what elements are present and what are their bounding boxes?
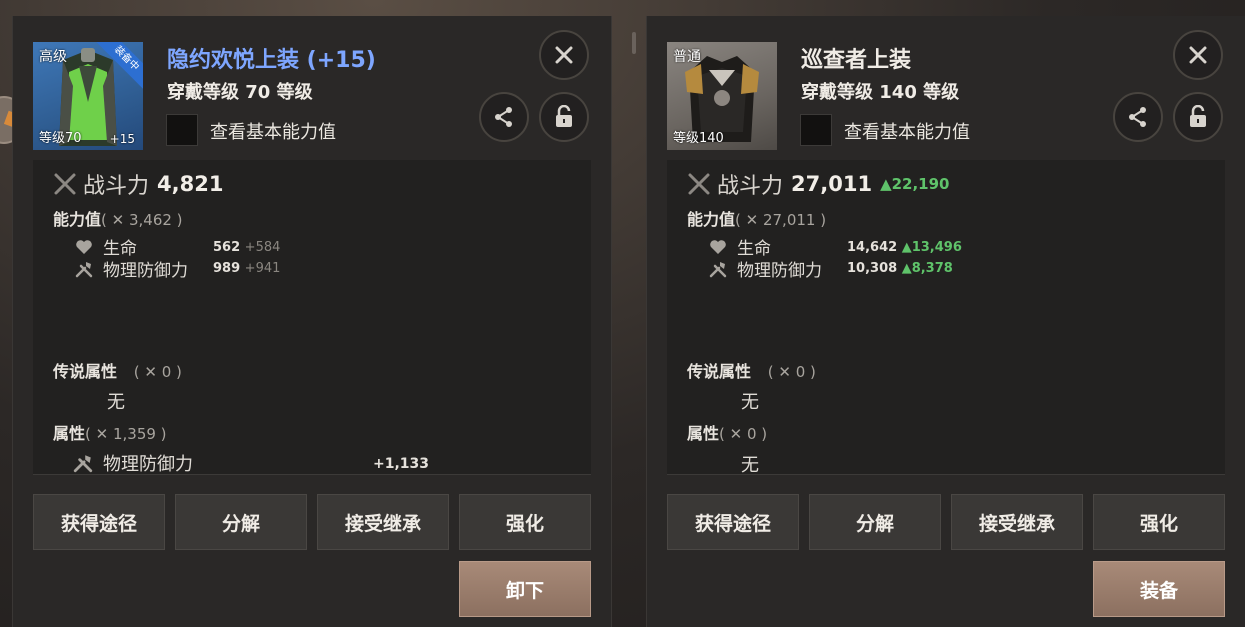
obtain-route-button[interactable]: 获得途径 [33, 494, 165, 550]
stat-value: 14,642 [847, 240, 898, 255]
attr-line-name: 物理防御力 [103, 454, 193, 475]
shield-sword-icon [709, 261, 727, 277]
stat-name: 物理防御力 [103, 261, 188, 281]
legend-title: 传说属性 [53, 362, 118, 381]
inherit-button[interactable]: 接受继承 [951, 494, 1083, 550]
unlock-icon [556, 105, 572, 127]
compare-item-panel: 普通 等级140 巡查者上装 穿戴等级 140 等级 查看基本能力值 战斗力 2… [646, 16, 1245, 627]
item-name: 巡查者上装 [801, 48, 912, 73]
view-basic-checkbox[interactable] [800, 114, 832, 146]
dismantle-button[interactable]: 分解 [809, 494, 941, 550]
stat-bonus: +584 [244, 240, 281, 255]
combat-power-diff: ▲22,190 [880, 175, 950, 193]
shield-sword-icon [73, 455, 93, 473]
rarity-label: 高级 [39, 49, 67, 65]
crossed-swords-icon [688, 173, 710, 195]
attr-header: 属性( ✕ 1,359 ) [53, 420, 167, 444]
ability-header: 能力值( ✕ 27,011 ) [687, 206, 826, 230]
combat-power-row: 战斗力 4,821 [53, 168, 223, 200]
wear-level: 穿戴等级 70 等级 [167, 82, 313, 103]
stat-value-hp: 14,642 ▲13,496 [847, 240, 962, 255]
close-icon [1189, 46, 1207, 64]
attr-row: 物理防御力 [73, 450, 193, 476]
wear-level: 穿戴等级 140 等级 [801, 82, 960, 103]
dismantle-button[interactable]: 分解 [175, 494, 307, 550]
enhance-button[interactable]: 强化 [1093, 494, 1225, 550]
combat-power-value: 4,821 [157, 172, 224, 196]
attr-sub: ( ✕ 1,359 ) [85, 425, 167, 443]
inherit-button[interactable]: 接受继承 [317, 494, 449, 550]
equip-button[interactable]: 装备 [1093, 561, 1225, 617]
equipped-item-panel: 装备中 高级 等级70 +15 隐约欢悦上装 (+15) 穿戴等级 70 等级 … [12, 16, 612, 627]
heart-icon [710, 239, 726, 254]
enhance-level-label: +15 [109, 132, 135, 146]
lock-button[interactable] [539, 92, 589, 142]
view-basic-label[interactable]: 查看基本能力值 [210, 118, 336, 144]
stat-value: 989 [213, 261, 241, 276]
share-button[interactable] [1113, 92, 1163, 142]
enhance-button[interactable]: 强化 [459, 494, 591, 550]
lock-button[interactable] [1173, 92, 1223, 142]
legend-value: 无 [741, 392, 759, 413]
ability-header: 能力值( ✕ 3,462 ) [53, 206, 183, 230]
share-button[interactable] [479, 92, 529, 142]
close-icon [555, 46, 573, 64]
stat-name: 物理防御力 [737, 261, 822, 281]
heart-icon [76, 239, 92, 254]
stat-value-hp: 562 +584 [213, 240, 280, 255]
legend-title: 传说属性 [687, 362, 752, 381]
stat-value-pdef: 989 +941 [213, 261, 280, 276]
divider [33, 474, 591, 475]
close-button[interactable] [539, 30, 589, 80]
combat-power-row: 战斗力 27,011 ▲22,190 [687, 168, 949, 200]
legend-sub: ( ✕ 0 ) [133, 363, 182, 381]
unlock-icon [1190, 105, 1206, 127]
share-icon [495, 107, 512, 127]
attr-sub: ( ✕ 0 ) [719, 425, 768, 443]
crossed-swords-icon [54, 173, 76, 195]
attr-title: 属性 [53, 424, 86, 443]
item-name: 隐约欢悦上装 (+15) [167, 48, 376, 73]
close-button[interactable] [1173, 30, 1223, 80]
view-basic-checkbox[interactable] [166, 114, 198, 146]
stat-value: 10,308 [847, 261, 898, 276]
stat-bonus: ▲8,378 [901, 261, 953, 276]
ability-title: 能力值 [687, 210, 736, 229]
ability-sub: ( ✕ 27,011 ) [735, 211, 827, 229]
legend-value: 无 [107, 392, 125, 413]
shield-sword-icon [75, 261, 93, 277]
legend-sub: ( ✕ 0 ) [767, 363, 816, 381]
rarity-label: 普通 [673, 49, 701, 65]
unequip-button[interactable]: 卸下 [459, 561, 591, 617]
attr-line-value: +1,133 [373, 456, 430, 472]
item-level-label: 等级140 [673, 131, 724, 146]
item-thumbnail: 装备中 高级 等级70 +15 [33, 42, 143, 150]
attr-title: 属性 [687, 424, 720, 443]
combat-power-label: 战斗力 [83, 174, 150, 199]
view-basic-label[interactable]: 查看基本能力值 [844, 118, 970, 144]
obtain-route-button[interactable]: 获得途径 [667, 494, 799, 550]
scrollbar-handle[interactable] [632, 32, 636, 54]
stat-value: 562 [213, 240, 241, 255]
ability-sub: ( ✕ 3,462 ) [101, 211, 183, 229]
item-thumbnail: 普通 等级140 [667, 42, 777, 150]
stat-bonus: +941 [244, 261, 281, 276]
stats-area: 战斗力 27,011 ▲22,190 能力值( ✕ 27,011 ) 生命 14… [667, 160, 1225, 476]
item-level-label: 等级70 [39, 131, 82, 146]
ability-title: 能力值 [53, 210, 102, 229]
divider [667, 474, 1225, 475]
attr-header: 属性( ✕ 0 ) [687, 420, 767, 444]
stat-row-pdef: 物理防御力 [709, 256, 822, 281]
stat-bonus: ▲13,496 [901, 240, 962, 255]
legend-header: 传说属性 ( ✕ 0 ) [53, 358, 182, 382]
stat-value-pdef: 10,308 ▲8,378 [847, 261, 953, 276]
stat-row-pdef: 物理防御力 [75, 256, 188, 281]
share-icon [1129, 107, 1146, 127]
legend-header: 传说属性 ( ✕ 0 ) [687, 358, 816, 382]
stats-area: 战斗力 4,821 能力值( ✕ 3,462 ) 生命 562 +584 物理防… [33, 160, 591, 476]
combat-power-label: 战斗力 [717, 174, 784, 199]
combat-power-value: 27,011 [791, 172, 873, 196]
